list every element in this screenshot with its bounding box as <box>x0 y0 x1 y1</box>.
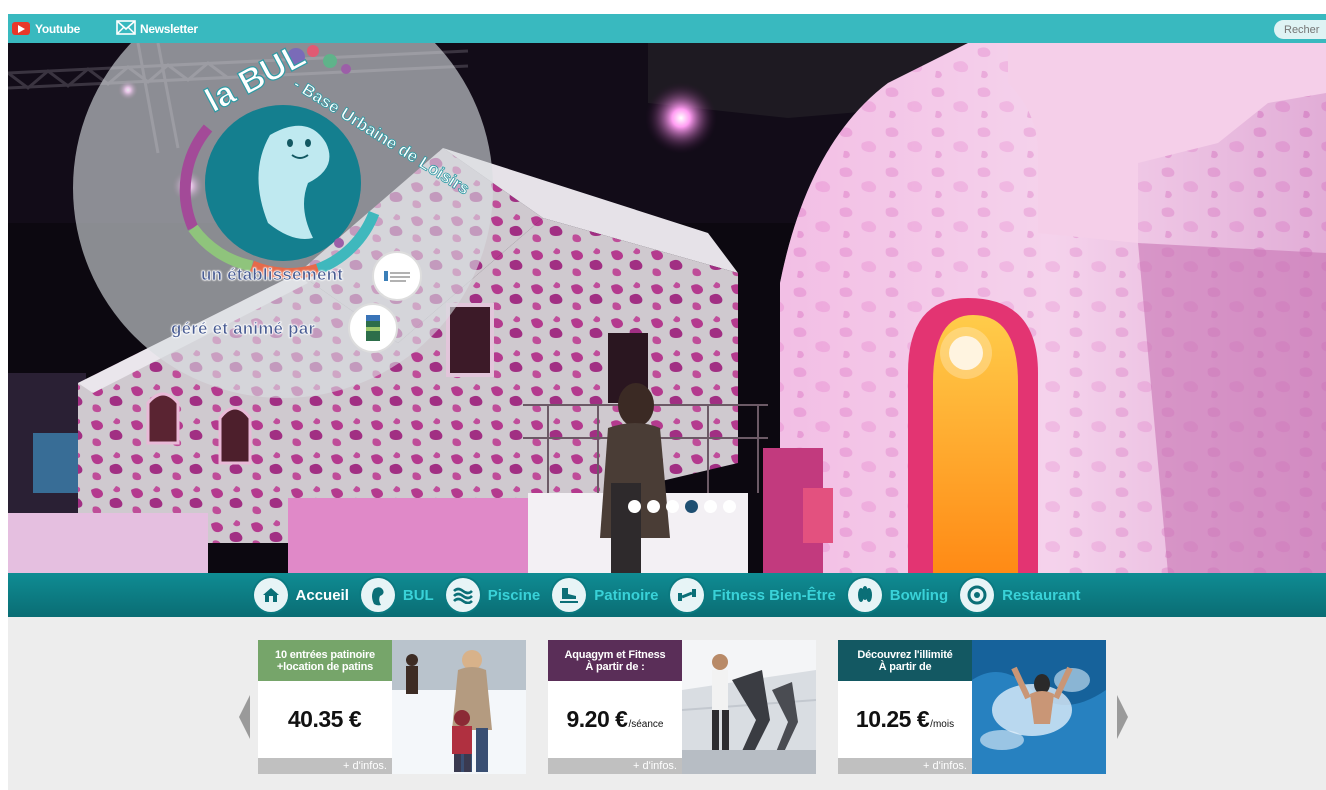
offer-price: 9.20 €/séance <box>548 681 682 758</box>
nav-item-label: Accueil <box>295 586 349 604</box>
nav-item-patinoire[interactable]: Patinoire <box>552 578 658 612</box>
waves-icon <box>445 578 480 612</box>
offer-header: Aquagym et Fitness À partir de : <box>548 640 682 681</box>
nav-item-label: Restaurant <box>1002 586 1081 604</box>
nav-item-label: Fitness Bien-Être <box>712 586 836 604</box>
fitness-photo <box>682 640 816 774</box>
swimmer-photo <box>972 640 1106 774</box>
nav-item-label: Patinoire <box>594 586 659 604</box>
nav-item-bowling[interactable]: Bowling <box>847 578 949 612</box>
operator-logo[interactable] <box>348 303 398 353</box>
offer-title: Découvrez l'illimité <box>857 648 953 661</box>
managed-by-caption: géré et animé par <box>171 319 316 339</box>
nav-item-label: BUL <box>402 586 434 604</box>
mascot-icon <box>360 578 395 612</box>
slide-dot-3[interactable] <box>666 500 679 513</box>
carousel-next-arrow[interactable] <box>1116 695 1128 739</box>
slide-dot-6[interactable] <box>723 500 736 513</box>
price-value: 9.20 € <box>566 706 628 732</box>
price-unit: /mois <box>930 719 955 730</box>
offer-title: Aquagym et Fitness <box>564 648 666 661</box>
fitness-icon <box>670 578 705 612</box>
offer-price: 40.35 € <box>258 681 392 758</box>
offer-card-fitness[interactable]: Aquagym et Fitness À partir de : 9.20 € /… <box>548 640 816 774</box>
house-icon <box>253 578 288 612</box>
youtube-label: Youtube <box>35 21 81 36</box>
more-info-link[interactable]: + d'infos. <box>838 758 972 774</box>
offer-card-skating[interactable]: 10 entrées patinoire +location de patins… <box>258 640 526 774</box>
offer-subtitle: À partir de <box>878 660 932 673</box>
skating-photo <box>392 640 526 774</box>
nav-item-label: Piscine <box>487 586 541 604</box>
nav-item-fitness-bien-tre[interactable]: Fitness Bien-Être <box>670 578 836 612</box>
hero-slideshow: la BUL - Base Urbaine de Loisirs un étab… <box>8 43 1326 573</box>
more-info-link[interactable]: + d'infos. <box>258 758 392 774</box>
slide-dot-1[interactable] <box>628 500 641 513</box>
offer-subtitle: +location de patins <box>276 660 374 673</box>
youtube-link[interactable]: Youtube <box>12 14 80 43</box>
carousel-prev-arrow[interactable] <box>239 695 251 739</box>
search-input[interactable] <box>1274 20 1326 39</box>
slide-dot-4[interactable] <box>685 500 698 513</box>
youtube-icon <box>12 22 30 35</box>
establishment-caption: un établissement <box>201 265 344 285</box>
slide-pager <box>628 500 736 513</box>
hero-photo: la BUL - Base Urbaine de Loisirs <box>8 43 1326 573</box>
skate-icon <box>552 578 587 612</box>
offer-price: 10.25 €/mois <box>838 681 972 758</box>
newsletter-label: Newsletter <box>140 21 198 36</box>
newsletter-link[interactable]: Newsletter <box>116 14 198 43</box>
nav-item-restaurant[interactable]: Restaurant <box>960 578 1080 612</box>
nav-item-label: Bowling <box>889 586 949 604</box>
slide-dot-5[interactable] <box>704 500 717 513</box>
offer-card-unlimited[interactable]: Découvrez l'illimité À partir de 10.25 €… <box>838 640 1106 774</box>
price-value: 40.35 € <box>287 706 362 732</box>
top-bar: Youtube Newsletter <box>8 14 1326 43</box>
nav-item-bul[interactable]: BUL <box>360 578 434 612</box>
slide-dot-2[interactable] <box>647 500 660 513</box>
offer-title: 10 entrées patinoire <box>275 648 375 661</box>
main-nav: Accueil BUL Piscine Patinoire Fitness Bien-Ê… <box>8 573 1326 617</box>
offers-carousel: 10 entrées patinoire +location de patins… <box>8 617 1326 790</box>
price-unit: /séance <box>628 719 664 730</box>
price-value: 10.25 € <box>855 706 930 732</box>
offer-header: Découvrez l'illimité À partir de <box>838 640 972 681</box>
offer-subtitle: À partir de : <box>585 660 645 673</box>
plate-icon <box>960 578 995 612</box>
nav-item-piscine[interactable]: Piscine <box>445 578 541 612</box>
more-info-link[interactable]: + d'infos. <box>548 758 682 774</box>
envelope-icon <box>116 19 136 38</box>
bowling-pins-icon <box>847 578 882 612</box>
offer-header: 10 entrées patinoire +location de patins <box>258 640 392 681</box>
saint-quentin-logo[interactable] <box>372 251 422 301</box>
nav-item-accueil[interactable]: Accueil <box>253 578 349 612</box>
